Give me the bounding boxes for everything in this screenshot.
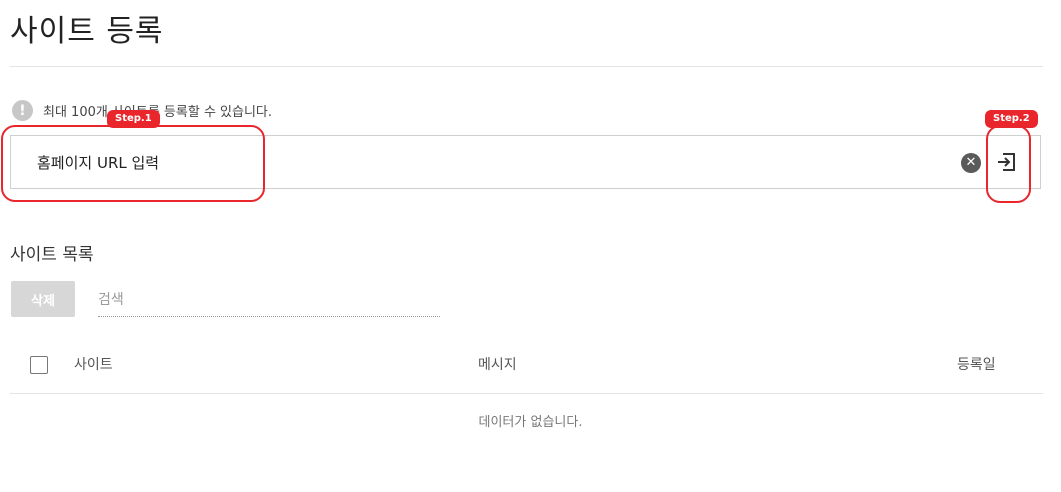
delete-button[interactable]: 삭제 [11, 281, 75, 317]
close-circle-icon[interactable]: ✕ [961, 153, 981, 173]
step1-badge: Step.1 [107, 110, 160, 128]
site-list-title: 사이트 목록 [10, 245, 94, 265]
table-header: 사이트 메시지 등록일 [10, 345, 1043, 394]
step2-callout [986, 125, 1031, 203]
step2-badge: Step.2 [985, 110, 1038, 128]
select-all-checkbox[interactable] [30, 356, 48, 374]
title-divider [10, 66, 1043, 67]
column-site: 사이트 [74, 357, 113, 373]
page-title: 사이트 등록 [10, 14, 164, 49]
column-date: 등록일 [957, 357, 996, 373]
empty-state-text: 데이터가 없습니다. [478, 415, 583, 430]
info-icon: ! [12, 100, 33, 121]
step1-callout [1, 125, 265, 202]
search-input[interactable] [98, 284, 440, 317]
column-message: 메시지 [478, 357, 517, 373]
